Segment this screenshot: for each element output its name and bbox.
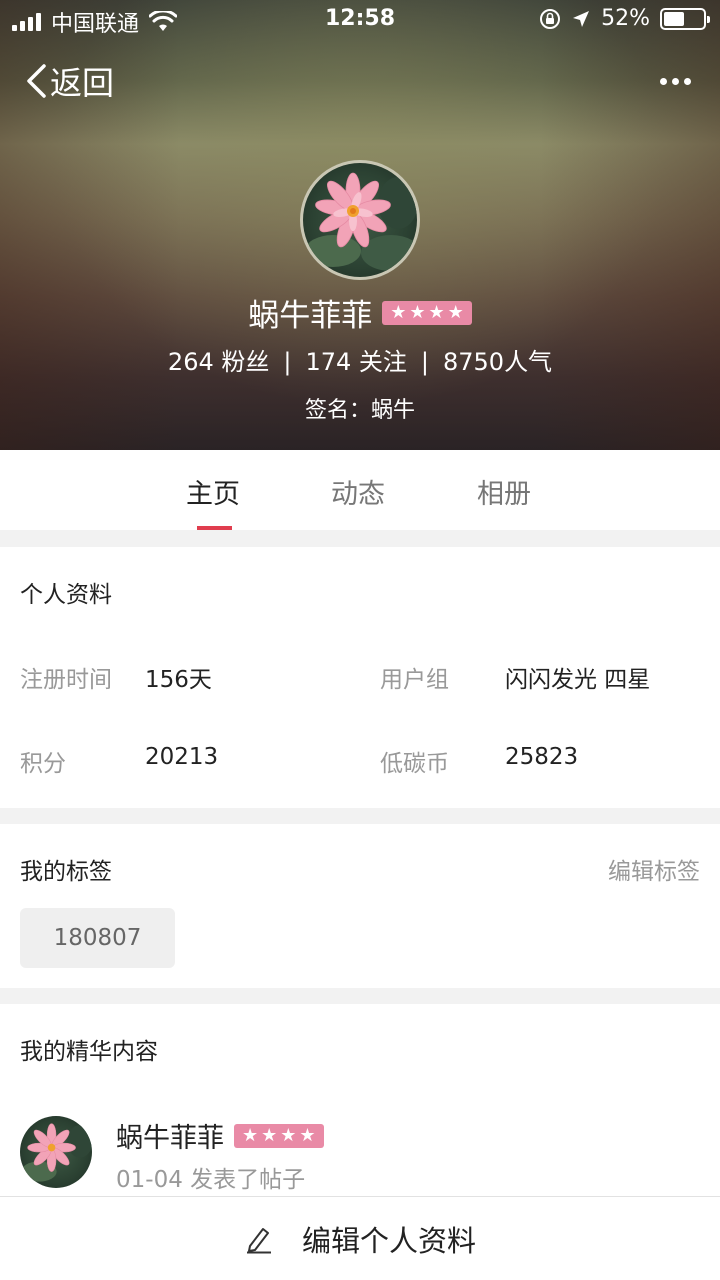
signature: 签名：蜗牛 [304, 398, 415, 423]
status-bar: 中国联通 12:58 52% [0, 0, 720, 40]
chevron-left-icon [27, 64, 46, 98]
fans-count[interactable]: 264 粉丝 [168, 348, 269, 376]
post-author[interactable]: 蜗牛菲菲 [116, 1116, 224, 1155]
lotus-icon [21, 1123, 92, 1182]
more-dots-icon[interactable] [660, 66, 694, 96]
pencil-icon [246, 1227, 271, 1253]
section-title: 我的精华内容 [20, 1039, 158, 1065]
info-value: 25823 [505, 744, 579, 770]
profile-hero: 中国联通 12:58 52% 返回 蜗牛菲菲 ★ ★ ★ ★ 264 粉丝 | … [0, 0, 720, 450]
tags-card: 我的标签 编辑标签 180807 [0, 824, 720, 988]
popularity-count: 8750人气 [442, 348, 553, 376]
back-button[interactable]: 返回 [24, 58, 114, 104]
star-icon: ★ [409, 301, 426, 323]
profile-name: 蜗牛菲菲 [248, 298, 373, 334]
tab-home[interactable]: 主页 [186, 472, 240, 511]
star-icon: ★ [261, 1124, 278, 1146]
personal-info-card: 个人资料 注册时间 156天 用户组 闪闪发光 四星 积分 20213 低碳币 … [0, 547, 720, 808]
star-icon: ★ [390, 301, 407, 323]
tab-album[interactable]: 相册 [477, 472, 531, 511]
post-meta: 01-04 发表了帖子 [116, 1167, 306, 1193]
section-title: 我的标签 [20, 859, 112, 885]
following-count[interactable]: 174 关注 [305, 348, 406, 376]
rank-badge: ★ ★ ★ ★ [382, 300, 472, 325]
info-label: 注册时间 [20, 667, 112, 693]
battery-percent: 52% [601, 6, 650, 31]
star-icon: ★ [299, 1124, 316, 1146]
star-icon: ★ [242, 1124, 259, 1146]
featured-card: 我的精华内容 蜗牛菲菲 ★ ★ ★ ★ 01-04 发表了帖子 [0, 1004, 720, 1196]
battery-icon [660, 7, 710, 30]
tab-bar: 主页 动态 相册 [0, 450, 720, 530]
back-label: 返回 [50, 64, 115, 102]
avatar[interactable] [20, 1116, 92, 1188]
location-icon [573, 10, 590, 27]
edit-profile-button[interactable]: 编辑个人资料 [0, 1196, 720, 1280]
edit-profile-label: 编辑个人资料 [301, 1223, 476, 1258]
profile-stats: 264 粉丝 | 174 关注 | 8750人气 [167, 348, 553, 376]
star-icon: ★ [280, 1124, 297, 1146]
info-value: 20213 [145, 744, 219, 770]
lotus-icon [305, 172, 417, 271]
info-value: 闪闪发光 四星 [505, 667, 651, 693]
info-label: 积分 [20, 751, 66, 777]
section-title: 个人资料 [20, 582, 112, 608]
tag-chip[interactable]: 180807 [20, 908, 175, 968]
info-value: 156天 [145, 667, 212, 693]
active-tab-indicator [197, 526, 232, 530]
edit-tags-link[interactable]: 编辑标签 [608, 852, 700, 886]
rotation-lock-icon [540, 8, 561, 29]
rank-badge: ★ ★ ★ ★ [234, 1123, 324, 1148]
info-label: 用户组 [380, 667, 449, 693]
avatar[interactable] [300, 160, 420, 280]
star-icon: ★ [428, 301, 445, 323]
star-icon: ★ [447, 301, 464, 323]
info-label: 低碳币 [380, 751, 449, 777]
tab-activity[interactable]: 动态 [331, 472, 385, 511]
